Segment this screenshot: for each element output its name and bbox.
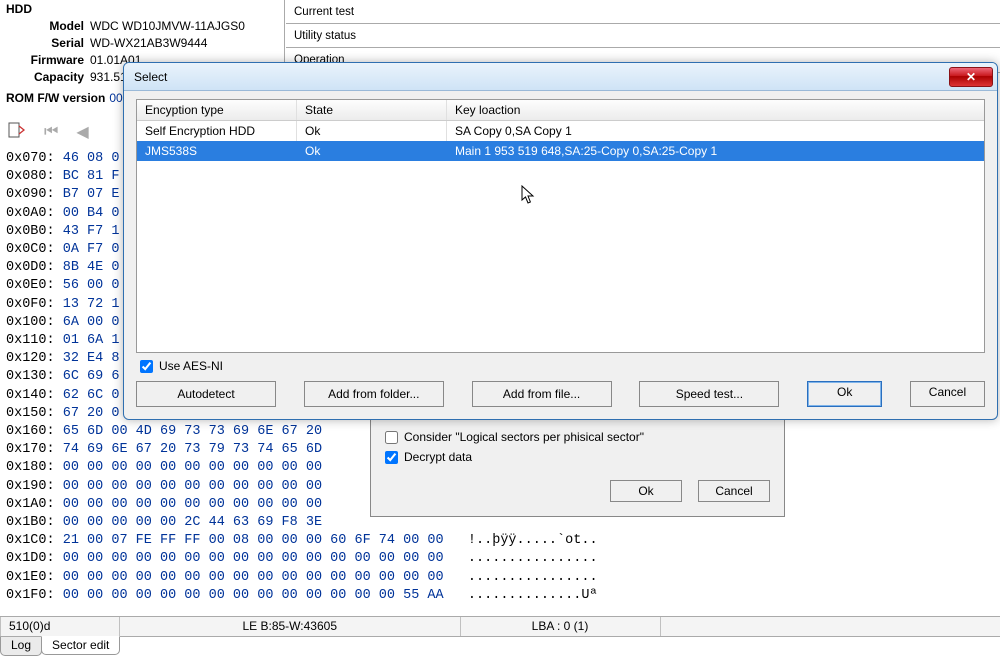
ok-button[interactable]: Ok: [807, 381, 882, 407]
under-cancel-button[interactable]: Cancel: [698, 480, 770, 502]
rom-label: ROM F/W version: [6, 90, 105, 107]
decrypt-dialog: Consider "Logical sectors per phisical s…: [370, 415, 785, 517]
utility-status-label: Utility status: [294, 30, 356, 42]
add-folder-button[interactable]: Add from folder...: [304, 381, 444, 407]
firmware-label: Firmware: [6, 52, 84, 69]
status-left: 510(0)d: [0, 617, 120, 636]
decrypt-data-label: Decrypt data: [404, 450, 472, 464]
prev-icon[interactable]: ⏮: [44, 123, 58, 141]
encryption-listview[interactable]: Encyption type State Key loaction Self E…: [136, 99, 985, 353]
status-mid: LE B:85-W:43605: [120, 617, 461, 636]
speed-test-button[interactable]: Speed test...: [639, 381, 779, 407]
under-ok-button[interactable]: Ok: [610, 480, 682, 502]
use-aesni-checkbox[interactable]: [140, 360, 153, 373]
use-aesni-label: Use AES-NI: [159, 359, 223, 373]
select-dialog: Select ✕ Encyption type State Key loacti…: [123, 62, 998, 420]
tab-sector-edit[interactable]: Sector edit: [41, 636, 120, 655]
status-right: [661, 617, 1000, 636]
serial-label: Serial: [6, 35, 84, 52]
add-file-button[interactable]: Add from file...: [472, 381, 612, 407]
rom-value: 00: [109, 90, 122, 107]
serial-row: Serial WD-WX21AB3W9444: [6, 35, 278, 52]
capacity-value: 931.51: [90, 69, 127, 86]
autodetect-button[interactable]: Autodetect: [136, 381, 276, 407]
dialog-title: Select: [134, 70, 167, 84]
tab-log[interactable]: Log: [0, 637, 42, 656]
consider-lsp-checkbox[interactable]: [385, 431, 398, 444]
cancel-button[interactable]: Cancel: [910, 381, 985, 407]
model-value: WDC WD10JMVW-11AJGS0: [90, 18, 245, 35]
close-button[interactable]: ✕: [949, 67, 993, 87]
decrypt-data-checkbox[interactable]: [385, 451, 398, 464]
listview-header[interactable]: Encyption type State Key loaction: [137, 100, 984, 121]
tool-icon-1[interactable]: [6, 120, 26, 143]
close-icon: ✕: [966, 70, 976, 84]
col-encryption-type[interactable]: Encyption type: [137, 100, 297, 120]
dialog-titlebar[interactable]: Select ✕: [124, 63, 997, 91]
col-key-location[interactable]: Key loaction: [447, 100, 984, 120]
current-test-label: Current test: [294, 6, 354, 18]
capacity-label: Capacity: [6, 69, 84, 86]
hdd-title: HDD: [6, 2, 278, 16]
list-item[interactable]: Self Encryption HDDOkSA Copy 0,SA Copy 1: [137, 121, 984, 141]
model-label: Model: [6, 18, 84, 35]
mini-toolbar: ⏮ ◀: [6, 120, 89, 143]
list-item[interactable]: JMS538SOkMain 1 953 519 648,SA:25-Copy 0…: [137, 141, 984, 161]
status-lba: LBA : 0 (1): [461, 617, 661, 636]
consider-lsp-label: Consider "Logical sectors per phisical s…: [404, 430, 644, 444]
serial-value: WD-WX21AB3W9444: [90, 35, 207, 52]
model-row: Model WDC WD10JMVW-11AJGS0: [6, 18, 278, 35]
step-back-icon[interactable]: ◀: [76, 122, 88, 142]
status-bar: 510(0)d LE B:85-W:43605 LBA : 0 (1): [0, 616, 1000, 636]
bottom-tabs: Log Sector edit: [0, 636, 1000, 656]
col-state[interactable]: State: [297, 100, 447, 120]
